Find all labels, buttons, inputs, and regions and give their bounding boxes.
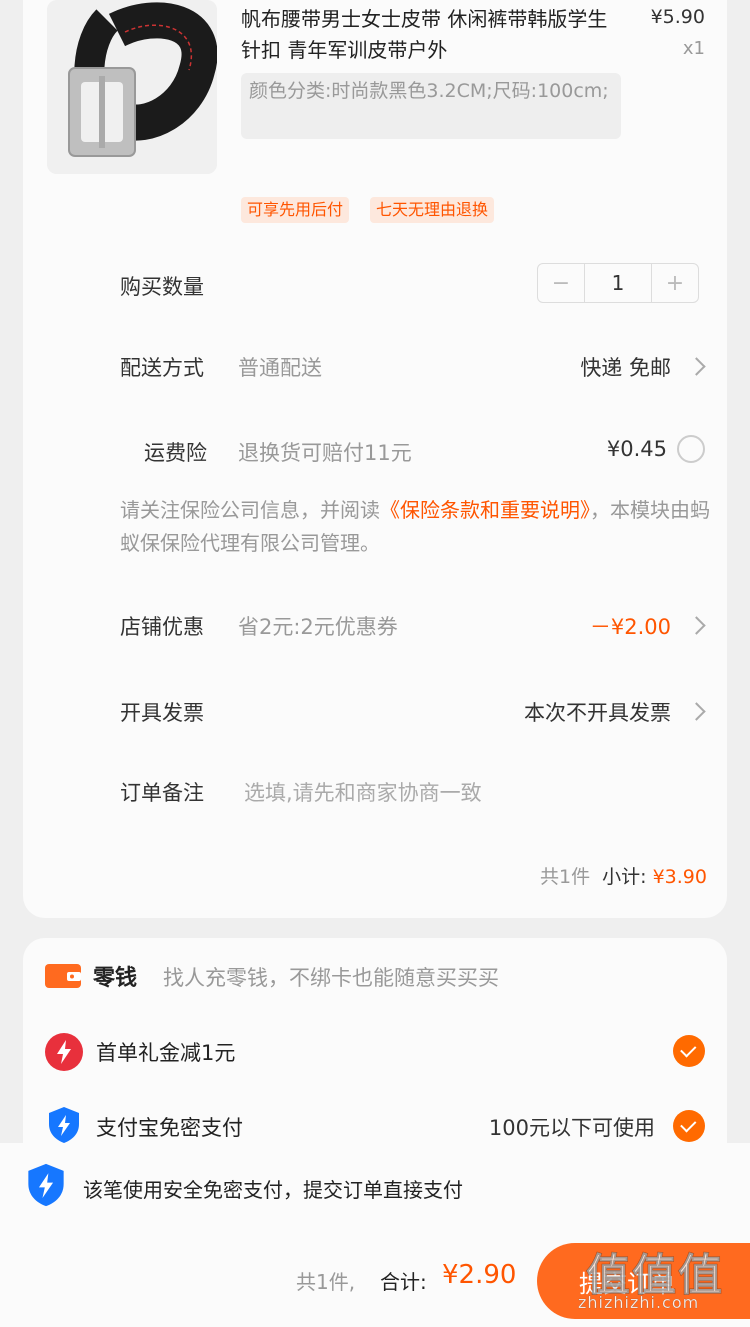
- insurance-price: ¥0.45: [606, 437, 667, 461]
- total-amount: ¥2.90: [442, 1260, 517, 1290]
- checkmark-icon[interactable]: [673, 1110, 705, 1142]
- checkmark-icon[interactable]: [673, 1035, 705, 1067]
- coupon-sub: 省2元:2元优惠券: [238, 615, 398, 639]
- delivery-value[interactable]: 快递 免邮: [580, 352, 671, 382]
- notice-text: 请关注保险公司信息，并阅读: [120, 498, 380, 522]
- invoice-label: 开具发票: [120, 701, 204, 725]
- product-sku[interactable]: 颜色分类:时尚款黑色3.2CM;尺码:100cm;: [241, 73, 621, 139]
- product-image[interactable]: [47, 0, 217, 174]
- quantity-stepper[interactable]: − 1 +: [537, 263, 699, 303]
- shield-lightning-icon: [26, 1162, 66, 1212]
- payment-card: 零钱 找人充零钱，不绑卡也能随意买买买 首单礼金减1元 支付宝免密支付 100元…: [23, 938, 727, 1168]
- gift-label: 首单礼金减1元: [96, 1041, 236, 1065]
- shield-lightning-icon: [47, 1106, 81, 1148]
- chevron-right-icon[interactable]: [687, 357, 706, 376]
- invoice-value[interactable]: 本次不开具发票: [524, 697, 671, 727]
- remark-label: 订单备注: [120, 781, 204, 805]
- quantity-label: 购买数量: [120, 275, 204, 299]
- increase-button[interactable]: +: [652, 264, 698, 302]
- alipay-label: 支付宝免密支付: [96, 1116, 243, 1140]
- subtotal-amount: ¥3.90: [652, 866, 707, 888]
- insurance-radio[interactable]: [677, 435, 705, 463]
- tag-seven-day-return: 七天无理由退换: [370, 197, 495, 223]
- subtotal: 共1件 小计: ¥3.90: [540, 862, 707, 889]
- remark-input[interactable]: 选填,请先和商家协商一致: [244, 777, 482, 807]
- insurance-notice: 请关注保险公司信息，并阅读《保险条款和重要说明》，本模块由蚂蚁保保险代理有限公司…: [120, 494, 710, 560]
- product-price: ¥5.90: [650, 6, 705, 28]
- subtotal-count: 共1件: [540, 866, 591, 888]
- product-quantity: x1: [682, 38, 705, 59]
- watermark-url: zhizhizhi.com: [578, 1293, 700, 1312]
- wallet-title[interactable]: 零钱: [93, 960, 137, 992]
- chevron-right-icon[interactable]: [687, 702, 706, 721]
- total-label: 合计:: [380, 1270, 427, 1294]
- insurance-terms-link[interactable]: 《保险条款和重要说明》: [380, 498, 590, 522]
- alipay-note: 100元以下可使用: [488, 1116, 655, 1140]
- delivery-label: 配送方式: [120, 356, 204, 380]
- subtotal-label: 小计:: [602, 866, 647, 888]
- order-card: 帆布腰带男士女士皮带 休闲裤带韩版学生针扣 青年军训皮带户外 ¥5.90 x1 …: [23, 0, 727, 918]
- coupon-value[interactable]: －¥2.00: [590, 611, 671, 641]
- wallet-icon: [45, 962, 81, 994]
- delivery-sub: 普通配送: [238, 356, 322, 380]
- total-count: 共1件,: [296, 1270, 356, 1294]
- bottom-bar: 该笔使用安全免密支付，提交订单直接支付 共1件, 合计: ¥2.90 提交订单 …: [0, 1143, 750, 1327]
- product-title[interactable]: 帆布腰带男士女士皮带 休闲裤带韩版学生针扣 青年军训皮带户外: [241, 4, 621, 66]
- gift-lightning-icon: [45, 1033, 83, 1075]
- quantity-value[interactable]: 1: [584, 264, 652, 302]
- insurance-sub: 退换货可赔付11元: [238, 441, 412, 465]
- chevron-right-icon[interactable]: [687, 616, 706, 635]
- insurance-label: 运费险: [144, 441, 207, 465]
- secure-pay-text: 该笔使用安全免密支付，提交订单直接支付: [83, 1178, 463, 1202]
- wallet-subtitle: 找人充零钱，不绑卡也能随意买买买: [163, 966, 499, 990]
- coupon-label: 店铺优惠: [120, 615, 204, 639]
- tag-pay-later: 可享先用后付: [241, 197, 350, 223]
- decrease-button[interactable]: −: [538, 264, 584, 302]
